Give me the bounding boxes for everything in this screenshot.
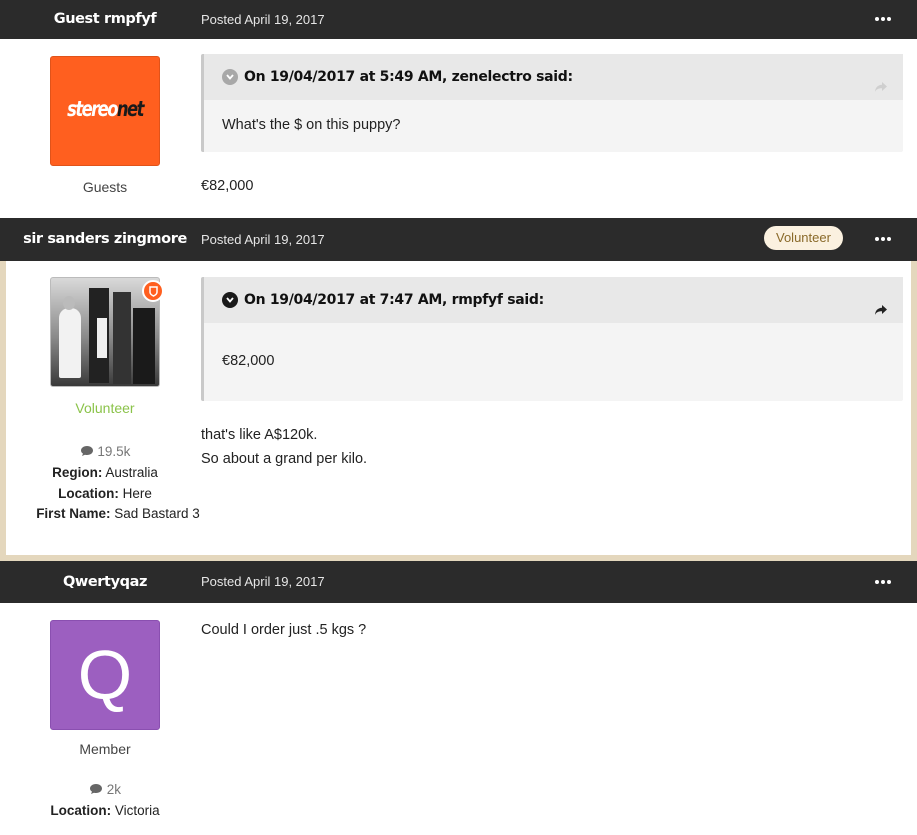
quote-text: €82,000 xyxy=(222,353,275,369)
chevron-down-icon[interactable] xyxy=(222,69,238,85)
author-name[interactable]: Qwertyqaz xyxy=(0,561,210,603)
quote-text: What's the $ on this puppy? xyxy=(222,117,401,133)
post-header: Guest rmpfyf Posted April 19, 2017 xyxy=(0,0,917,39)
comment-icon xyxy=(89,781,103,802)
posted-date[interactable]: Posted April 19, 2017 xyxy=(201,561,325,603)
comment-icon xyxy=(80,443,94,464)
group-title: Guests xyxy=(82,179,128,195)
post-1: Guest rmpfyf Posted April 19, 2017 stere… xyxy=(0,0,917,218)
author-name[interactable]: sir sanders zingmore xyxy=(0,218,210,261)
avatar-letter: Q xyxy=(77,636,133,714)
posted-date[interactable]: Posted April 19, 2017 xyxy=(201,218,325,261)
more-icon[interactable] xyxy=(875,576,891,588)
post-count: 19.5k xyxy=(0,442,210,464)
post-text: €82,000 xyxy=(201,178,254,194)
posted-date[interactable]: Posted April 19, 2017 xyxy=(201,0,325,39)
profile-field-region: Region: Australia xyxy=(52,465,158,480)
more-icon[interactable] xyxy=(875,233,891,245)
post-2: sir sanders zingmore Posted April 19, 20… xyxy=(0,218,917,561)
group-title: Member xyxy=(79,741,131,757)
volunteer-badge: Volunteer xyxy=(764,226,843,250)
quote-citation: On 19/04/2017 at 5:49 AM, zenelectro sai… xyxy=(204,54,903,100)
post-3: Qwertyqaz Posted April 19, 2017 Q Member… xyxy=(0,561,917,835)
avatar[interactable]: Q xyxy=(50,620,160,730)
share-icon[interactable] xyxy=(873,291,889,315)
shield-badge-icon xyxy=(142,280,164,302)
profile-field-location: Location: Here xyxy=(58,486,152,501)
share-icon[interactable] xyxy=(873,68,889,92)
group-title: Volunteer xyxy=(75,400,135,416)
post-text: Could I order just .5 kgs ? xyxy=(201,622,367,638)
post-text-line: that's like A$120k. xyxy=(201,427,318,443)
author-name[interactable]: Guest rmpfyf xyxy=(0,0,210,39)
quote-citation: On 19/04/2017 at 7:47 AM, rmpfyf said: xyxy=(204,277,903,323)
more-icon[interactable] xyxy=(875,13,891,25)
chevron-down-icon[interactable] xyxy=(222,292,238,308)
avatar[interactable]: stereonet xyxy=(50,56,160,166)
stereonet-logo: stereonet xyxy=(67,97,144,121)
post-count: 2k xyxy=(0,780,210,802)
quote-block: On 19/04/2017 at 7:47 AM, rmpfyf said: €… xyxy=(201,277,903,401)
post-header: sir sanders zingmore Posted April 19, 20… xyxy=(0,218,917,261)
quote-block: On 19/04/2017 at 5:49 AM, zenelectro sai… xyxy=(201,54,903,152)
profile-field-location: Location: Victoria xyxy=(50,803,160,818)
profile-field-first-name: First Name: Sad Bastard 3 xyxy=(36,506,200,521)
post-text-line: So about a grand per kilo. xyxy=(201,451,368,467)
post-header: Qwertyqaz Posted April 19, 2017 xyxy=(0,561,917,603)
